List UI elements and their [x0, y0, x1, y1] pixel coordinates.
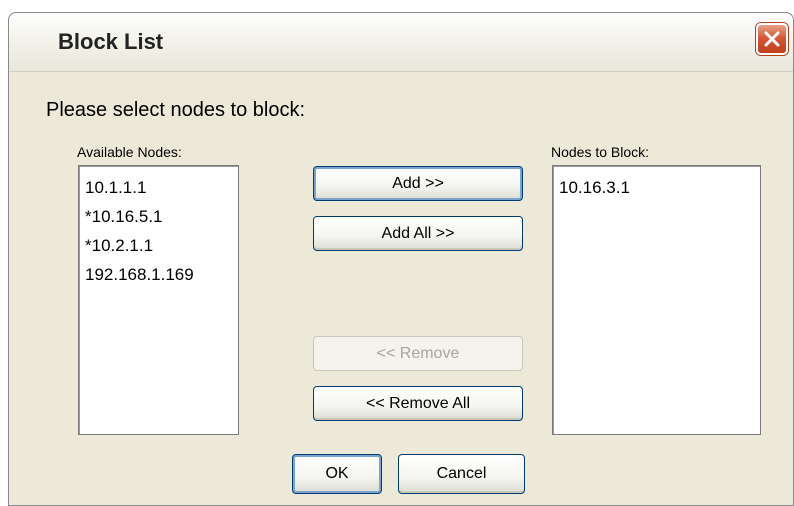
available-nodes-list[interactable]: 10.1.1.1 *10.16.5.1 *10.2.1.1 192.168.1.…	[78, 165, 239, 435]
list-item[interactable]: 192.168.1.169	[85, 265, 194, 285]
remove-button[interactable]: << Remove	[313, 336, 523, 371]
list-item[interactable]: 10.1.1.1	[85, 178, 146, 198]
instruction-text: Please select nodes to block:	[46, 99, 306, 121]
title-bar[interactable]: Block List	[9, 13, 793, 72]
add-all-button[interactable]: Add All >>	[313, 216, 523, 251]
block-list-dialog: Block List Please select nodes to block:…	[8, 12, 794, 506]
nodes-to-block-label: Nodes to Block:	[551, 144, 650, 160]
window-title: Block List	[58, 29, 164, 54]
add-button[interactable]: Add >>	[313, 166, 523, 201]
close-button[interactable]	[756, 23, 788, 55]
ok-button[interactable]: OK	[292, 454, 382, 494]
list-item[interactable]: 10.16.3.1	[559, 178, 630, 198]
available-nodes-label: Available Nodes:	[77, 144, 182, 160]
nodes-to-block-list[interactable]: 10.16.3.1	[552, 165, 761, 435]
close-icon	[764, 31, 780, 47]
cancel-button[interactable]: Cancel	[398, 454, 525, 494]
list-item[interactable]: *10.2.1.1	[85, 236, 153, 256]
remove-all-button[interactable]: << Remove All	[313, 386, 523, 421]
list-item[interactable]: *10.16.5.1	[85, 207, 163, 227]
